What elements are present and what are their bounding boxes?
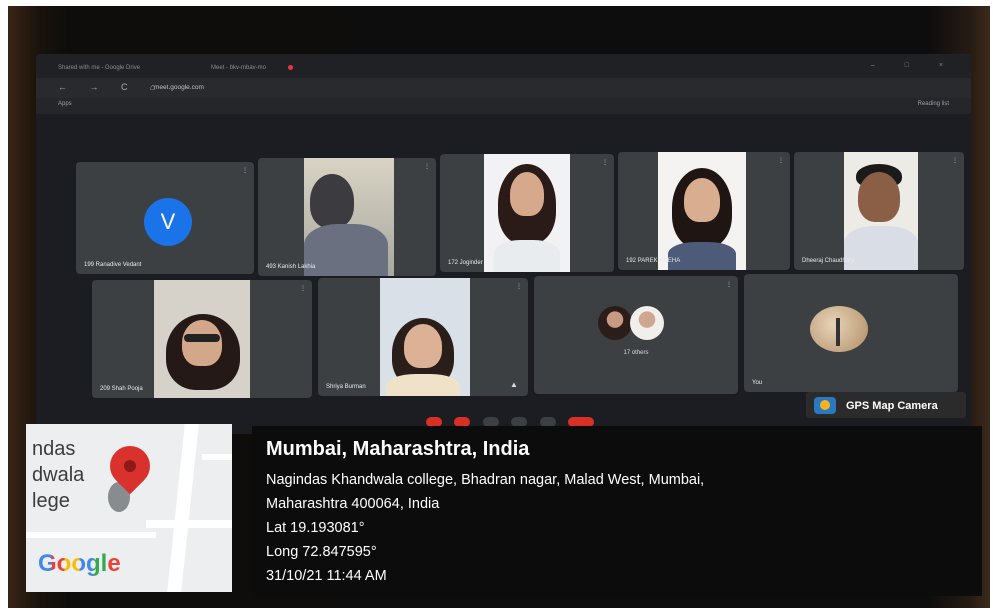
participant-tile[interactable]: V ⋮ 199 Ranadive Vedant xyxy=(76,162,254,274)
participant-name: You xyxy=(752,380,763,386)
participant-tile[interactable]: ⋮ Dheeraj Chaudhary xyxy=(794,152,964,270)
others-count: 17 others xyxy=(623,350,649,356)
participant-tile[interactable]: ⋮ 493 Kanish Lakhia xyxy=(258,158,436,276)
location-city: Mumbai, Maharashtra, India xyxy=(266,438,530,460)
map-label: ndas xyxy=(32,438,76,460)
person-face xyxy=(404,324,442,368)
participant-name: 209 Shah Pooja xyxy=(100,386,143,392)
participant-tile[interactable]: ⋮ 172 Joginder xyxy=(440,154,614,272)
person-body xyxy=(494,240,560,272)
person-body xyxy=(844,226,918,270)
participant-name: Shriya Burman xyxy=(326,384,366,390)
participant-name: Dheeraj Chaudhary xyxy=(802,258,855,264)
person-face xyxy=(858,172,900,222)
participant-video xyxy=(658,152,746,270)
recording-dot-icon xyxy=(288,64,294,70)
participant-video xyxy=(304,158,394,276)
address-bar: ← → C ⌂ meet.google.com xyxy=(36,78,971,98)
person-silhouette xyxy=(310,174,354,228)
address-line: Maharashtra 400064, India xyxy=(266,496,440,512)
participant-tile[interactable]: 17 others ⋮ xyxy=(534,276,738,394)
map-road xyxy=(202,454,232,460)
address-line: Nagindas Khandwala college, Bhadran naga… xyxy=(266,472,705,488)
participant-name: 192 PAREKH NEHA xyxy=(626,258,681,264)
mic-icon: ⋮ xyxy=(726,282,732,288)
gps-camera-icon xyxy=(814,397,836,414)
avatar xyxy=(630,306,664,340)
tab-meet-label: Meet - bkv-mbav-mo xyxy=(211,65,267,71)
mic-icon: ⋮ xyxy=(300,286,306,292)
person-face xyxy=(182,320,222,366)
participant-name: 493 Kanish Lakhia xyxy=(266,264,316,270)
participant-tile[interactable]: ⋮ 209 Shah Pooja xyxy=(92,280,312,398)
participant-video xyxy=(154,280,250,398)
mic-icon: ⋮ xyxy=(952,158,958,164)
nav-buttons[interactable]: ← → C ⌂ xyxy=(58,82,165,92)
gps-camera-badge: GPS Map Camera xyxy=(806,392,966,418)
gps-camera-label: GPS Map Camera xyxy=(846,400,938,412)
timestamp: 31/10/21 11:44 AM xyxy=(266,568,387,584)
participant-tile[interactable]: ⋮ 192 PAREKH NEHA xyxy=(618,152,790,270)
participant-name: 172 Joginder xyxy=(448,260,483,266)
mic-icon: ⋮ xyxy=(778,158,784,164)
laptop-screen: Shared with me - Google Drive Meet - bkv… xyxy=(36,54,971,434)
google-logo: Google xyxy=(38,550,121,577)
mic-icon: ⋮ xyxy=(242,168,248,174)
map-road xyxy=(146,520,232,528)
bookmark-apps[interactable]: Apps xyxy=(58,101,72,107)
mic-icon: ⋮ xyxy=(602,160,608,166)
person-body xyxy=(304,224,388,276)
mouse-cursor-icon: ▲ xyxy=(510,380,518,389)
reading-list-button[interactable]: Reading list xyxy=(918,101,949,107)
avatar: V xyxy=(144,198,192,246)
participant-video xyxy=(484,154,570,272)
url-field[interactable]: meet.google.com xyxy=(154,82,674,94)
map-label: dwala xyxy=(32,464,85,486)
map-road xyxy=(26,532,156,538)
latitude: Lat 19.193081° xyxy=(266,520,365,536)
avatar xyxy=(598,306,632,340)
participant-tile[interactable]: ⋮ Shriya Burman xyxy=(318,278,528,396)
participant-name: 199 Ranadive Vedant xyxy=(84,262,142,268)
participant-video xyxy=(844,152,918,270)
person-body xyxy=(386,374,460,396)
tab-meet[interactable]: Meet - bkv-mbav-mo xyxy=(211,62,361,74)
tab-drive-label: Shared with me - Google Drive xyxy=(58,65,141,71)
map-label: lege xyxy=(32,490,70,512)
glasses-icon xyxy=(184,334,220,342)
window-controls[interactable]: – □ × xyxy=(871,62,957,69)
person-face xyxy=(510,172,544,216)
bookmarks-bar: Apps Reading list xyxy=(36,98,971,114)
tab-drive[interactable]: Shared with me - Google Drive xyxy=(58,62,188,74)
person-body xyxy=(668,242,736,270)
mic-icon: ⋮ xyxy=(424,164,430,170)
map-road xyxy=(167,424,199,592)
tripod-icon xyxy=(836,318,840,346)
person-face xyxy=(684,178,720,222)
participant-video xyxy=(380,278,470,396)
participant-tile-self[interactable]: You xyxy=(744,274,958,392)
mic-icon: ⋮ xyxy=(516,284,522,290)
map-thumbnail: ndas dwala lege Google xyxy=(26,424,232,592)
browser-tab-bar: Shared with me - Google Drive Meet - bkv… xyxy=(36,54,971,78)
longitude: Long 72.847595° xyxy=(266,544,377,560)
location-info-panel: Mumbai, Maharashtra, India Nagindas Khan… xyxy=(252,426,982,596)
